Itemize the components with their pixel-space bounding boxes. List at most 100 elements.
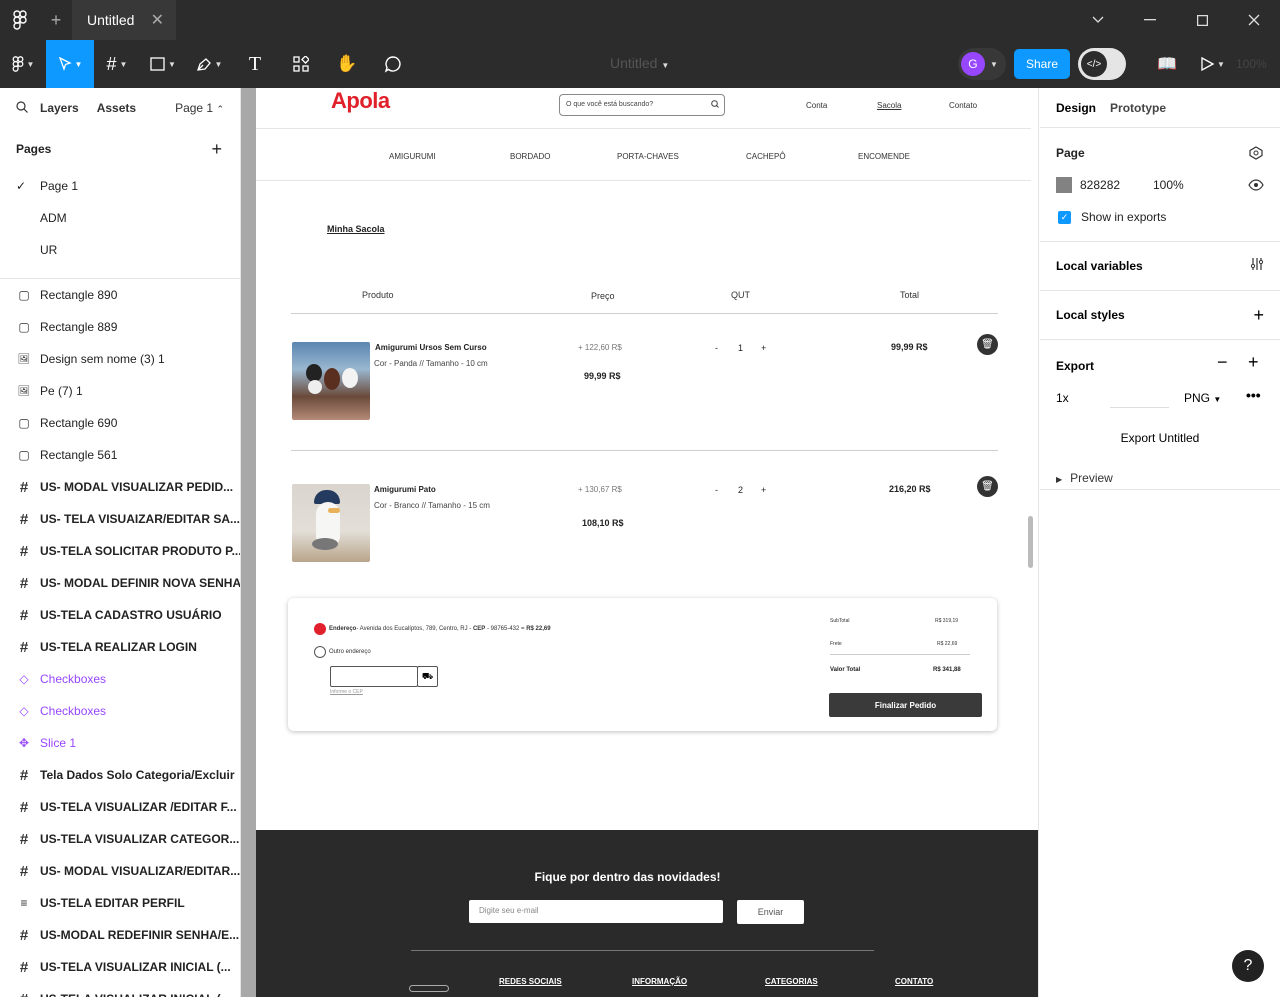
radio-unselected[interactable]	[314, 646, 326, 658]
qty-plus-button[interactable]: +	[761, 343, 766, 353]
add-page-icon[interactable]: +	[211, 139, 222, 160]
layer-item[interactable]: ▢ Rectangle 889	[0, 311, 240, 343]
footer-col-info[interactable]: INFORMAÇÃO	[632, 977, 687, 986]
page-item[interactable]: UR	[0, 234, 240, 266]
footer-col-categories[interactable]: CATEGORIAS	[765, 977, 818, 986]
qty-minus-button[interactable]: -	[715, 485, 718, 495]
footer-col-contact[interactable]: CONTATO	[895, 977, 933, 986]
site-logo[interactable]: Apola	[331, 88, 390, 114]
layer-item[interactable]: # US- MODAL VISUALIZAR/EDITAR...	[0, 855, 240, 887]
maximize-icon[interactable]	[1176, 0, 1228, 40]
layer-item[interactable]: 🖼 Pe (7) 1	[0, 375, 240, 407]
layer-item[interactable]: ◇ Checkboxes	[0, 695, 240, 727]
hand-tool-button[interactable]: ✋	[324, 40, 370, 88]
pen-tool-button[interactable]: ▼	[186, 40, 232, 88]
move-tool-button[interactable]: ▼	[46, 40, 94, 88]
truck-icon[interactable]: ⛟	[417, 666, 438, 687]
page-item[interactable]: ✓ Page 1	[0, 170, 240, 202]
tab-layers[interactable]: Layers	[40, 101, 79, 115]
category-link[interactable]: AMIGURUMI	[389, 152, 436, 161]
add-export-icon[interactable]: +	[1248, 352, 1259, 373]
bg-opacity[interactable]: 100%	[1153, 178, 1184, 192]
layer-item[interactable]: # US- MODAL VISUALIZAR PEDID...	[0, 471, 240, 503]
trash-icon[interactable]: 🗑	[977, 334, 998, 355]
site-nav-bag[interactable]: Sacola	[877, 101, 901, 110]
library-button[interactable]: 📖	[1144, 40, 1190, 88]
page-selector[interactable]: Page 1 ⌃	[175, 101, 224, 115]
close-window-icon[interactable]	[1228, 0, 1280, 40]
layer-item[interactable]: # US- MODAL DEFINIR NOVA SENHA	[0, 567, 240, 599]
checkout-button[interactable]: Finalizar Pedido	[829, 693, 982, 717]
dev-mode-toggle[interactable]: </>	[1078, 48, 1126, 80]
shape-tool-button[interactable]: ▼	[140, 40, 186, 88]
tab-design[interactable]: Design	[1056, 101, 1096, 115]
canvas[interactable]: Apola O que você está buscando? Conta Sa…	[256, 88, 1039, 997]
product-image[interactable]	[292, 342, 370, 420]
site-search-input[interactable]: O que você está buscando?	[559, 94, 725, 116]
remove-export-icon[interactable]: −	[1217, 352, 1228, 373]
local-styles-label[interactable]: Local styles	[1056, 308, 1125, 322]
checkbox-checked-icon[interactable]: ✓	[1058, 210, 1071, 224]
category-link[interactable]: CACHEPÔ	[746, 152, 786, 161]
local-variables-label[interactable]: Local variables	[1056, 259, 1143, 273]
layer-item[interactable]: # US-TELA VISUALIZAR INICIAL (...	[0, 951, 240, 983]
layer-item[interactable]: # US-TELA SOLICITAR PRODUTO P...	[0, 535, 240, 567]
layer-item[interactable]: ≡ US-TELA EDITAR PERFIL	[0, 887, 240, 919]
canvas-scrollbar[interactable]	[1028, 516, 1033, 568]
layer-item[interactable]: ▢ Rectangle 561	[0, 439, 240, 471]
product-image[interactable]	[292, 484, 370, 562]
tab-assets[interactable]: Assets	[97, 101, 136, 115]
figma-logo-icon[interactable]	[0, 0, 40, 40]
frame-tool-button[interactable]: # ▼	[94, 40, 140, 88]
qty-minus-button[interactable]: -	[715, 343, 718, 353]
more-icon[interactable]: •••	[1246, 387, 1261, 403]
avatar-menu[interactable]: G ▼	[957, 48, 1006, 80]
layer-item[interactable]: # US-TELA VISUALIZAR CATEGOR...	[0, 823, 240, 855]
add-style-icon[interactable]: +	[1253, 305, 1264, 326]
resources-tool-button[interactable]	[278, 40, 324, 88]
trash-icon[interactable]: 🗑	[977, 476, 998, 497]
present-button[interactable]: ▼	[1190, 40, 1236, 88]
newsletter-send-button[interactable]: Enviar	[737, 900, 804, 924]
page-bg-row[interactable]: 828282 100%	[1056, 177, 1184, 193]
zoom-level[interactable]: 100%	[1236, 57, 1280, 71]
radio-selected[interactable]	[314, 623, 326, 635]
site-nav-contact[interactable]: Contato	[949, 101, 977, 110]
preview-toggle[interactable]: ▶ Preview	[1056, 471, 1113, 485]
layer-item[interactable]: # US- TELA VISUAIZAR/EDITAR SA...	[0, 503, 240, 535]
export-button[interactable]: Export Untitled	[1040, 431, 1280, 445]
layer-item[interactable]: 🖼 Design sem nome (3) 1	[0, 343, 240, 375]
cep-input[interactable]	[330, 666, 418, 687]
layer-item[interactable]: # US-TELA VISUALIZAR INICIAL (...	[0, 983, 240, 997]
layer-item[interactable]: # Tela Dados Solo Categoria/Excluir	[0, 759, 240, 791]
new-tab-button[interactable]: +	[40, 10, 72, 31]
eye-icon[interactable]	[1248, 178, 1264, 196]
tab-prototype[interactable]: Prototype	[1110, 101, 1166, 115]
bg-color-swatch[interactable]	[1056, 177, 1072, 193]
layer-item[interactable]: # US-TELA VISUALIZAR /EDITAR F...	[0, 791, 240, 823]
layer-item[interactable]: ✥ Slice 1	[0, 727, 240, 759]
export-format[interactable]: PNG ▼	[1184, 391, 1221, 405]
site-nav-account[interactable]: Conta	[806, 101, 827, 110]
cep-hint[interactable]: Informe o CEP	[330, 689, 363, 695]
text-tool-button[interactable]: T	[232, 40, 278, 88]
layer-item[interactable]: # US-TELA CADASTRO USUÁRIO	[0, 599, 240, 631]
layer-item[interactable]: ◇ Checkboxes	[0, 663, 240, 695]
newsletter-email-input[interactable]: Digite seu e-mail	[469, 900, 723, 923]
comment-tool-button[interactable]	[370, 40, 416, 88]
export-scale[interactable]: 1x	[1056, 391, 1069, 405]
layer-item[interactable]: # US-MODAL REDEFINIR SENHA/E...	[0, 919, 240, 951]
layer-item[interactable]: # US-TELA REALIZAR LOGIN	[0, 631, 240, 663]
layer-item[interactable]: ▢ Rectangle 690	[0, 407, 240, 439]
close-tab-icon[interactable]: ✕	[151, 10, 164, 30]
main-menu-button[interactable]: ▼	[0, 40, 46, 88]
chevron-down-icon[interactable]	[1072, 0, 1124, 40]
search-icon[interactable]	[16, 100, 28, 116]
bg-hex[interactable]: 828282	[1080, 178, 1153, 192]
footer-col-social[interactable]: REDES SOCIAIS	[499, 977, 562, 986]
minimize-icon[interactable]	[1124, 0, 1176, 40]
layer-item[interactable]: ▢ Rectangle 890	[0, 279, 240, 311]
qty-plus-button[interactable]: +	[761, 485, 766, 495]
category-link[interactable]: PORTA-CHAVES	[617, 152, 679, 161]
file-name[interactable]: Untitled ▼	[610, 55, 669, 71]
